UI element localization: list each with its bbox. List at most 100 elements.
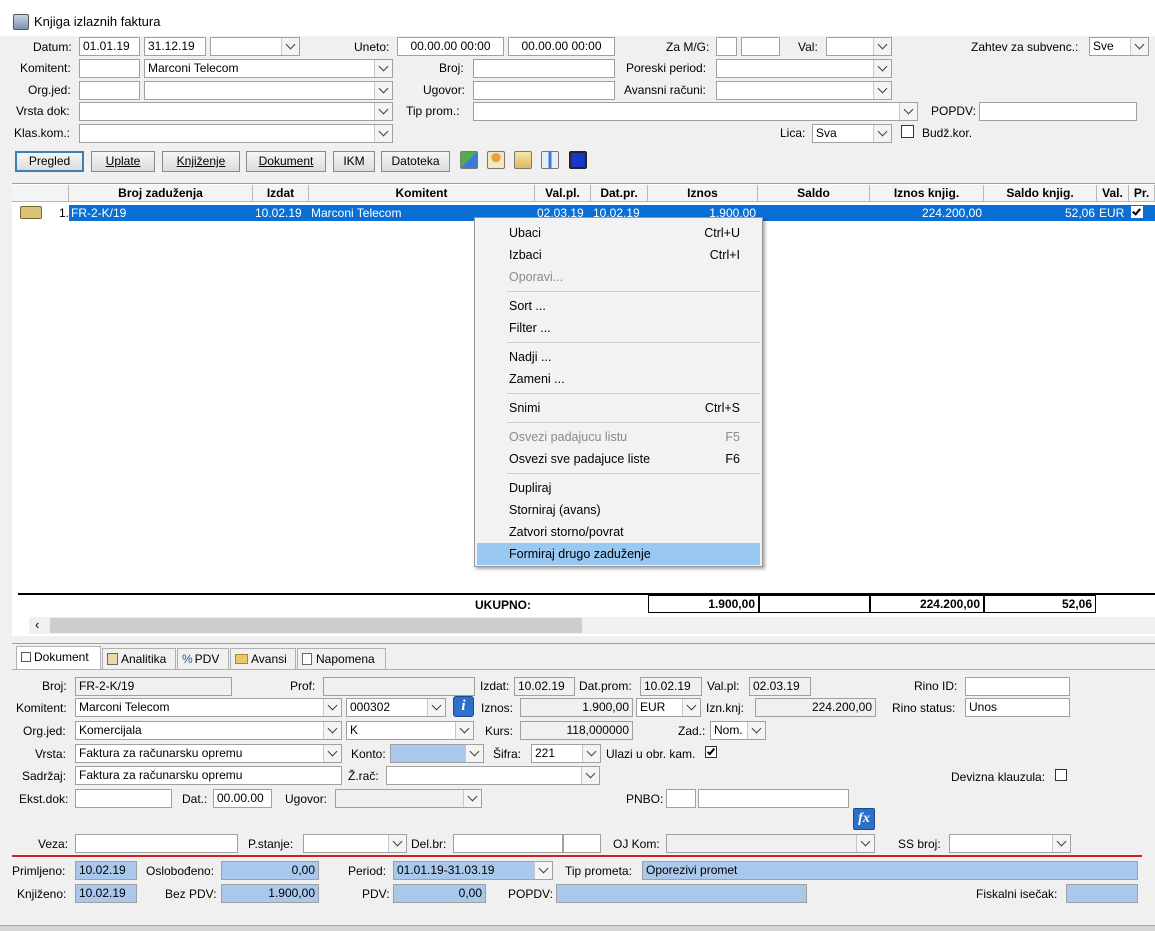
d-sadrzaj-input[interactable]: Faktura za računarsku opremu xyxy=(75,766,342,785)
komitent-code-input[interactable] xyxy=(79,59,140,78)
menu-item-osvezi-sve[interactable]: Osvezi sve padajuce liste F6 xyxy=(477,448,760,470)
col-komitent[interactable]: Komitent xyxy=(309,185,535,202)
info-icon[interactable]: i xyxy=(453,696,474,717)
chevron-down-icon[interactable] xyxy=(581,767,599,784)
d-orgjed-chevron-icon[interactable] xyxy=(323,722,341,739)
cell-izdat[interactable]: 10.02.19 xyxy=(253,205,309,221)
col-val-pl[interactable]: Val.pl. xyxy=(535,185,591,202)
d-delbr2-input[interactable] xyxy=(563,834,601,853)
chevron-down-icon[interactable] xyxy=(281,38,299,55)
cell-iznos-knjig[interactable]: 224.200,00 xyxy=(870,205,984,221)
cell-val[interactable]: EUR xyxy=(1097,205,1129,221)
datum-to-input[interactable]: 31.12.19 xyxy=(144,37,206,56)
d-ojkom-select[interactable] xyxy=(666,834,875,853)
ikm-button[interactable]: IKM xyxy=(333,151,375,172)
chevron-down-icon[interactable] xyxy=(873,38,891,55)
orgjed-code-input[interactable] xyxy=(79,81,140,100)
chevron-down-icon[interactable] xyxy=(873,60,891,77)
grid-add-icon[interactable] xyxy=(460,151,478,169)
scrollbar-thumb[interactable] xyxy=(50,618,582,633)
cell-saldo-knjig[interactable]: 52,06 xyxy=(984,205,1097,221)
dokument-button[interactable]: Dokument xyxy=(246,151,326,172)
pregled-button[interactable]: Pregled xyxy=(15,151,84,172)
komitent-select[interactable]: Marconi Telecom xyxy=(144,59,393,78)
popdv-input[interactable] xyxy=(979,102,1137,121)
menu-item-sort[interactable]: Sort ... xyxy=(477,295,760,317)
d-orgjed-code-chevron-icon[interactable] xyxy=(455,722,473,739)
d-ssbroj-select[interactable] xyxy=(949,834,1071,853)
cell-saldo[interactable] xyxy=(758,205,870,221)
d-vrsta-chevron-icon[interactable] xyxy=(323,745,341,762)
d-orgjed-select[interactable]: Komercijala xyxy=(75,721,342,740)
menu-item-dupliraj[interactable]: Dupliraj xyxy=(477,477,760,499)
menu-item-snimi[interactable]: Snimi Ctrl+S xyxy=(477,397,760,419)
avansni-select[interactable] xyxy=(716,81,892,100)
d-pstanje-select[interactable] xyxy=(303,834,407,853)
structure-icon[interactable] xyxy=(541,151,559,169)
komitent-chevron-icon[interactable] xyxy=(374,60,392,77)
d-veza-input[interactable] xyxy=(75,834,238,853)
d-konto-select[interactable] xyxy=(390,744,484,763)
d-pnbo-model-input[interactable] xyxy=(666,789,696,808)
tab-avansi[interactable]: Avansi xyxy=(230,648,296,670)
chevron-down-icon[interactable] xyxy=(388,835,406,852)
menu-item-zameni[interactable]: Zameni ... xyxy=(477,368,760,390)
menu-item-filter[interactable]: Filter ... xyxy=(477,317,760,339)
formula-fx-icon[interactable]: fx xyxy=(853,808,875,830)
chevron-down-icon[interactable] xyxy=(873,82,891,99)
uneto-to-input[interactable]: 00.00.00 00:00 xyxy=(508,37,615,56)
d-ugovor-select[interactable] xyxy=(335,789,482,808)
tab-napomena[interactable]: Napomena xyxy=(297,648,386,670)
user-lock-icon[interactable] xyxy=(487,151,505,169)
datoteka-button[interactable]: Datoteka xyxy=(381,151,450,172)
cell-broj[interactable]: FR-2-K/19 xyxy=(69,205,253,221)
poreski-period-select[interactable] xyxy=(716,59,892,78)
f-period-chevron-icon[interactable] xyxy=(534,862,552,879)
col-pr[interactable]: Pr. xyxy=(1129,185,1155,202)
d-iznos-val-chevron-icon[interactable] xyxy=(682,699,700,716)
col-dat-pr[interactable]: Dat.pr. xyxy=(591,185,648,202)
col-iznos[interactable]: Iznos xyxy=(648,185,758,202)
datum-range-select[interactable] xyxy=(210,37,300,56)
uneto-from-input[interactable]: 00.00.00 00:00 xyxy=(397,37,504,56)
chevron-down-icon[interactable] xyxy=(856,835,874,852)
col-iznos-knjig[interactable]: Iznos knjig. xyxy=(870,185,984,202)
d-komitent-chevron-icon[interactable] xyxy=(323,699,341,716)
val-select[interactable] xyxy=(826,37,892,56)
d-dat-input[interactable]: 00.00.00 xyxy=(213,789,272,808)
d-ekst-input[interactable] xyxy=(75,789,172,808)
col-saldo[interactable]: Saldo xyxy=(758,185,870,202)
f-period-select[interactable]: 01.01.19-31.03.19 xyxy=(393,861,553,880)
d-zrac-select[interactable] xyxy=(386,766,600,785)
menu-item-nadji[interactable]: Nadji ... xyxy=(477,346,760,368)
menu-item-formiraj[interactable]: Formiraj drugo zaduženje xyxy=(477,543,760,565)
vrsta-dok-select[interactable] xyxy=(79,102,393,121)
chevron-down-icon[interactable] xyxy=(374,82,392,99)
chevron-down-icon[interactable] xyxy=(465,745,483,762)
za-m-input[interactable] xyxy=(716,37,737,56)
menu-item-storniraj[interactable]: Storniraj (avans) xyxy=(477,499,760,521)
col-broj-zaduzenja[interactable]: Broj zaduženja xyxy=(69,185,253,202)
orgjed-select[interactable] xyxy=(144,81,393,100)
scroll-left-icon[interactable]: ‹ xyxy=(35,616,39,634)
chevron-down-icon[interactable] xyxy=(374,125,392,142)
col-val[interactable]: Val. xyxy=(1097,185,1129,202)
menu-item-zatvori[interactable]: Zatvori storno/povrat xyxy=(477,521,760,543)
chevron-down-icon[interactable] xyxy=(463,790,481,807)
tip-prom-select[interactable] xyxy=(473,102,918,121)
ugovor-input[interactable] xyxy=(473,81,615,100)
menu-item-ubaci[interactable]: Ubaci Ctrl+U xyxy=(477,222,760,244)
col-izdat[interactable]: Izdat xyxy=(253,185,309,202)
tab-pdv[interactable]: % PDV xyxy=(177,648,229,670)
klaskom-select[interactable] xyxy=(79,124,393,143)
chevron-down-icon[interactable] xyxy=(1052,835,1070,852)
zahtev-chevron-icon[interactable] xyxy=(1130,38,1148,55)
d-vrsta-select[interactable]: Faktura za računarsku opremu xyxy=(75,744,342,763)
knjizenje-button[interactable]: Knjiženje xyxy=(162,151,240,172)
d-sifra-chevron-icon[interactable] xyxy=(582,745,600,762)
d-rino-id-input[interactable] xyxy=(965,677,1070,696)
menu-item-izbaci[interactable]: Izbaci Ctrl+I xyxy=(477,244,760,266)
d-zad-chevron-icon[interactable] xyxy=(747,722,765,739)
budz-kor-checkbox[interactable] xyxy=(901,125,914,138)
d-pnbo-input[interactable] xyxy=(698,789,849,808)
